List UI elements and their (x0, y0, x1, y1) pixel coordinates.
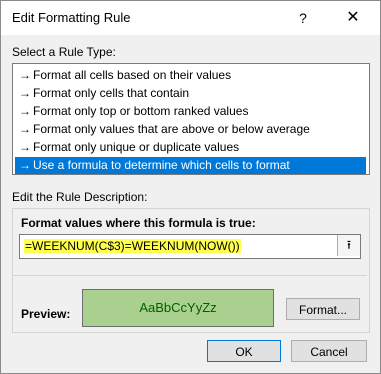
arrow-icon: → (19, 140, 31, 154)
rule-type-item[interactable]: → Format all cells based on their values (15, 67, 366, 84)
range-selector-icon[interactable]: ⭱ (337, 235, 360, 256)
help-button[interactable]: ? (290, 6, 316, 30)
arrow-icon: → (19, 68, 31, 82)
rule-type-label: Format all cells based on their values (33, 68, 232, 82)
formula-label: Format values where this formula is true… (21, 216, 256, 230)
arrow-icon: → (19, 122, 31, 136)
rule-type-heading: Select a Rule Type: (12, 45, 116, 59)
rule-description-panel: Format values where this formula is true… (12, 208, 370, 333)
format-button[interactable]: Format... (286, 298, 360, 320)
rule-type-item[interactable]: → Format only unique or duplicate values (15, 139, 366, 156)
arrow-icon: → (19, 158, 31, 172)
edit-formatting-rule-dialog: Edit Formatting Rule ? ✕ Select a Rule T… (0, 0, 381, 374)
rule-type-label: Use a formula to determine which cells t… (33, 158, 290, 172)
formula-value: =WEEKNUM(C$3)=WEEKNUM(NOW()) (24, 239, 241, 253)
rule-type-label: Format only unique or duplicate values (33, 140, 240, 154)
preview-label: Preview: (21, 307, 71, 321)
dialog-title: Edit Formatting Rule (12, 10, 131, 25)
formula-input[interactable]: =WEEKNUM(C$3)=WEEKNUM(NOW()) ⭱ (19, 234, 361, 259)
ok-button[interactable]: OK (207, 340, 281, 362)
close-button[interactable]: ✕ (338, 6, 368, 30)
arrow-icon: → (19, 86, 31, 100)
title-bar: Edit Formatting Rule ? ✕ (1, 1, 380, 35)
divider (13, 275, 367, 276)
rule-type-item[interactable]: → Format only values that are above or be… (15, 121, 366, 138)
preview-swatch: AaBbCcYyZz (82, 289, 274, 327)
rule-description-heading: Edit the Rule Description: (12, 190, 148, 204)
cancel-button[interactable]: Cancel (291, 340, 367, 362)
rule-type-list[interactable]: → Format all cells based on their values … (12, 63, 370, 175)
rule-type-item-selected[interactable]: → Use a formula to determine which cells … (15, 157, 366, 174)
rule-type-label: Format only top or bottom ranked values (33, 104, 249, 118)
arrow-icon: → (19, 104, 31, 118)
rule-type-item[interactable]: → Format only top or bottom ranked values (15, 103, 366, 120)
rule-type-label: Format only cells that contain (33, 86, 190, 100)
rule-type-item[interactable]: → Format only cells that contain (15, 85, 366, 102)
rule-type-label: Format only values that are above or bel… (33, 122, 310, 136)
